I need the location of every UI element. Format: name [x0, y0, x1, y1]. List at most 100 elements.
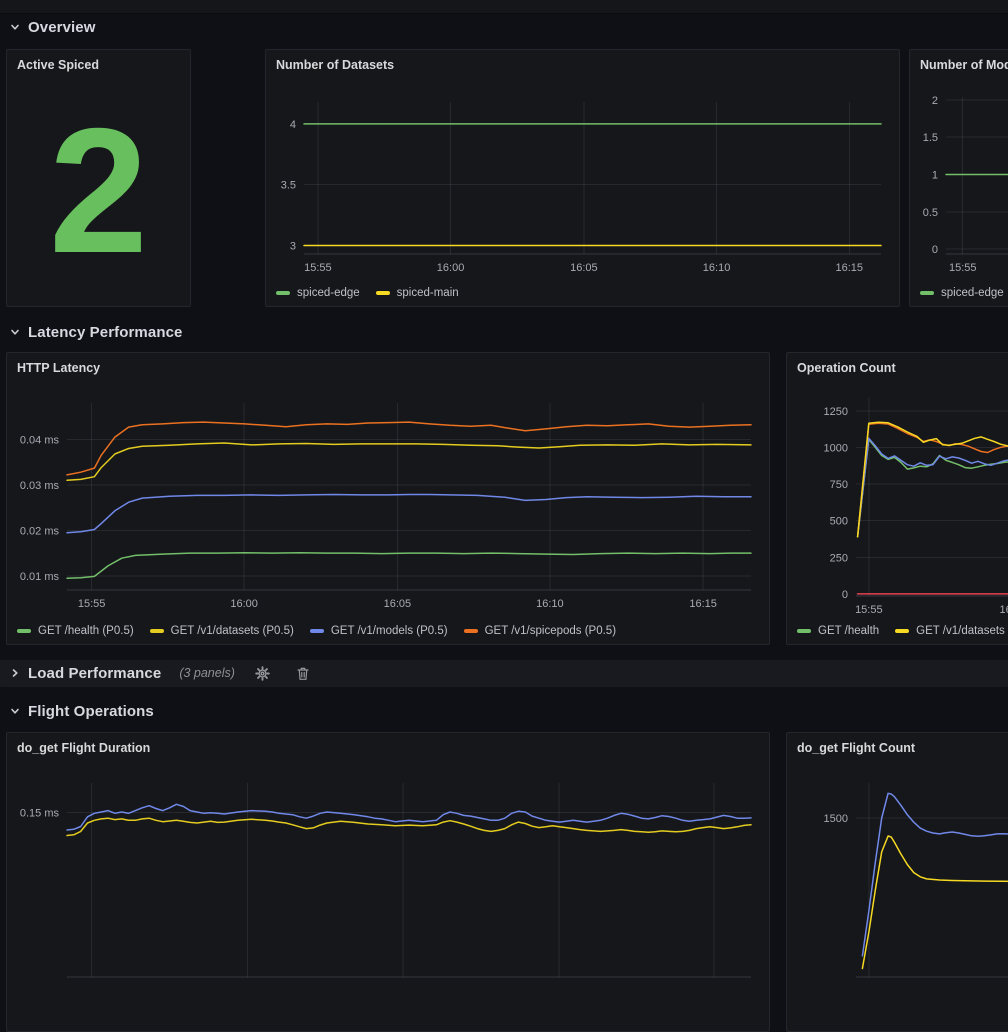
panel-title[interactable]: do_get Flight Count: [787, 733, 1008, 763]
legend-swatch: [276, 291, 290, 295]
panel-operation-count: Operation Count 15:5516:0016:05125010007…: [786, 352, 1008, 645]
legend-item[interactable]: GET /v1/datasets: [895, 625, 1005, 637]
svg-text:16:00: 16:00: [1000, 604, 1008, 616]
section-panel-count: (3 panels): [179, 666, 235, 680]
svg-text:4: 4: [290, 119, 296, 131]
legend: [787, 1005, 1008, 1031]
chart-number-of-models[interactable]: 15:5516:0016:0516:1016:1521.510.50: [910, 80, 1008, 280]
row-settings-button[interactable]: [255, 665, 271, 681]
legend-label: spiced-edge: [297, 287, 360, 299]
legend-swatch: [310, 629, 324, 633]
legend-item[interactable]: GET /v1/datasets (P0.5): [150, 625, 294, 637]
legend: spiced-edge: [910, 280, 1008, 306]
panel-do-get-flight-duration: do_get Flight Duration 0.15 ms: [6, 732, 770, 1032]
legend-label: GET /health (P0.5): [38, 625, 134, 637]
svg-text:16:00: 16:00: [437, 262, 465, 274]
svg-text:1: 1: [932, 169, 938, 181]
legend-swatch: [150, 629, 164, 633]
svg-text:3.5: 3.5: [281, 180, 296, 192]
panel-title[interactable]: Operation Count: [787, 353, 1008, 383]
chevron-right-icon: [8, 666, 22, 680]
legend-label: GET /v1/spicepods (P0.5): [485, 625, 616, 637]
svg-text:0.04 ms: 0.04 ms: [20, 434, 60, 446]
legend-item[interactable]: GET /health: [797, 625, 879, 637]
svg-text:0.01 ms: 0.01 ms: [20, 571, 60, 583]
panel-title[interactable]: HTTP Latency: [7, 353, 769, 383]
legend-label: GET /v1/models (P0.5): [331, 625, 448, 637]
svg-text:16:10: 16:10: [703, 262, 731, 274]
svg-text:2: 2: [932, 95, 938, 107]
legend-label: spiced-edge: [941, 287, 1004, 299]
section-header-load-performance[interactable]: Load Performance (3 panels): [8, 661, 311, 685]
chart-number-of-datasets[interactable]: 15:55 16:00 16:05 16:10 16:15 4 3.5 3: [266, 80, 899, 280]
section-title: Flight Operations: [28, 703, 154, 720]
svg-text:15:55: 15:55: [78, 598, 106, 610]
legend-item[interactable]: GET /v1/models (P0.5): [310, 625, 448, 637]
legend-swatch: [920, 291, 934, 295]
svg-text:250: 250: [830, 552, 848, 564]
svg-text:16:15: 16:15: [689, 598, 717, 610]
svg-text:16:05: 16:05: [384, 598, 412, 610]
legend: GET /health (P0.5) GET /v1/datasets (P0.5…: [7, 618, 769, 644]
legend: GET /health GET /v1/datasets: [787, 618, 1008, 644]
svg-text:1250: 1250: [824, 406, 848, 418]
section-title: Load Performance: [28, 665, 161, 682]
legend-item[interactable]: spiced-edge: [920, 287, 1004, 299]
panel-http-latency: HTTP Latency 15:55 16:00 16:05 16:10 16:15 0.…: [6, 352, 770, 645]
legend-swatch: [464, 629, 478, 633]
svg-text:0: 0: [842, 589, 848, 601]
chart-operation-count[interactable]: 15:5516:0016:05125010007505002500: [787, 383, 1008, 616]
legend-item[interactable]: spiced-main: [376, 287, 459, 299]
legend-item[interactable]: GET /v1/spicepods (P0.5): [464, 625, 616, 637]
panel-title[interactable]: Number of Datasets: [266, 50, 899, 80]
svg-text:15:55: 15:55: [304, 262, 332, 274]
section-header-overview[interactable]: Overview: [8, 15, 96, 39]
panel-title[interactable]: Number of Models: [910, 50, 1008, 80]
chart-do-get-flight-count[interactable]: 1500: [787, 763, 1008, 1003]
top-divider: [0, 0, 1008, 14]
panel-title[interactable]: do_get Flight Duration: [7, 733, 769, 763]
svg-text:16:10: 16:10: [536, 598, 564, 610]
svg-text:3: 3: [290, 240, 296, 252]
section-title: Latency Performance: [28, 324, 182, 341]
svg-text:0.5: 0.5: [923, 207, 938, 219]
svg-text:0.02 ms: 0.02 ms: [20, 525, 60, 537]
legend-label: GET /v1/datasets (P0.5): [171, 625, 294, 637]
legend-swatch: [895, 629, 909, 633]
legend-swatch: [797, 629, 811, 633]
legend-label: GET /v1/datasets: [916, 625, 1005, 637]
chart-do-get-flight-duration[interactable]: 0.15 ms: [7, 763, 769, 1003]
stat-value: 2: [7, 76, 190, 306]
chevron-down-icon: [8, 704, 22, 718]
chart-http-latency[interactable]: 15:55 16:00 16:05 16:10 16:15 0.04 ms 0.03 ms 0…: [7, 383, 769, 616]
trash-icon: [296, 666, 310, 681]
panel-do-get-flight-count: do_get Flight Count 1500: [786, 732, 1008, 1032]
svg-text:16:00: 16:00: [230, 598, 258, 610]
svg-text:0: 0: [932, 244, 938, 256]
legend-item[interactable]: GET /health (P0.5): [17, 625, 134, 637]
chevron-down-icon: [8, 325, 22, 339]
svg-text:15:55: 15:55: [855, 604, 883, 616]
svg-text:15:55: 15:55: [949, 262, 977, 274]
svg-text:1000: 1000: [824, 442, 848, 454]
legend: spiced-edge spiced-main: [266, 280, 899, 306]
svg-text:500: 500: [830, 516, 848, 528]
legend-swatch: [17, 629, 31, 633]
gear-icon: [255, 666, 270, 681]
legend-item[interactable]: spiced-edge: [276, 287, 360, 299]
panel-number-of-models: Number of Models 15:5516:0016:0516:1016:…: [909, 49, 1008, 307]
svg-text:16:05: 16:05: [570, 262, 598, 274]
svg-text:1.5: 1.5: [923, 132, 938, 144]
svg-text:16:15: 16:15: [835, 262, 863, 274]
svg-text:0.15 ms: 0.15 ms: [20, 808, 60, 820]
section-title: Overview: [28, 19, 96, 36]
row-delete-button[interactable]: [295, 665, 311, 681]
svg-text:0.03 ms: 0.03 ms: [20, 480, 60, 492]
section-header-flight-operations[interactable]: Flight Operations: [8, 699, 154, 723]
svg-text:750: 750: [830, 479, 848, 491]
panel-number-of-datasets: Number of Datasets 15:5516:0016:0516:101…: [265, 49, 900, 307]
legend-label: GET /health: [818, 625, 879, 637]
section-header-latency-performance[interactable]: Latency Performance: [8, 320, 182, 344]
legend-swatch: [376, 291, 390, 295]
legend: [7, 1005, 769, 1031]
